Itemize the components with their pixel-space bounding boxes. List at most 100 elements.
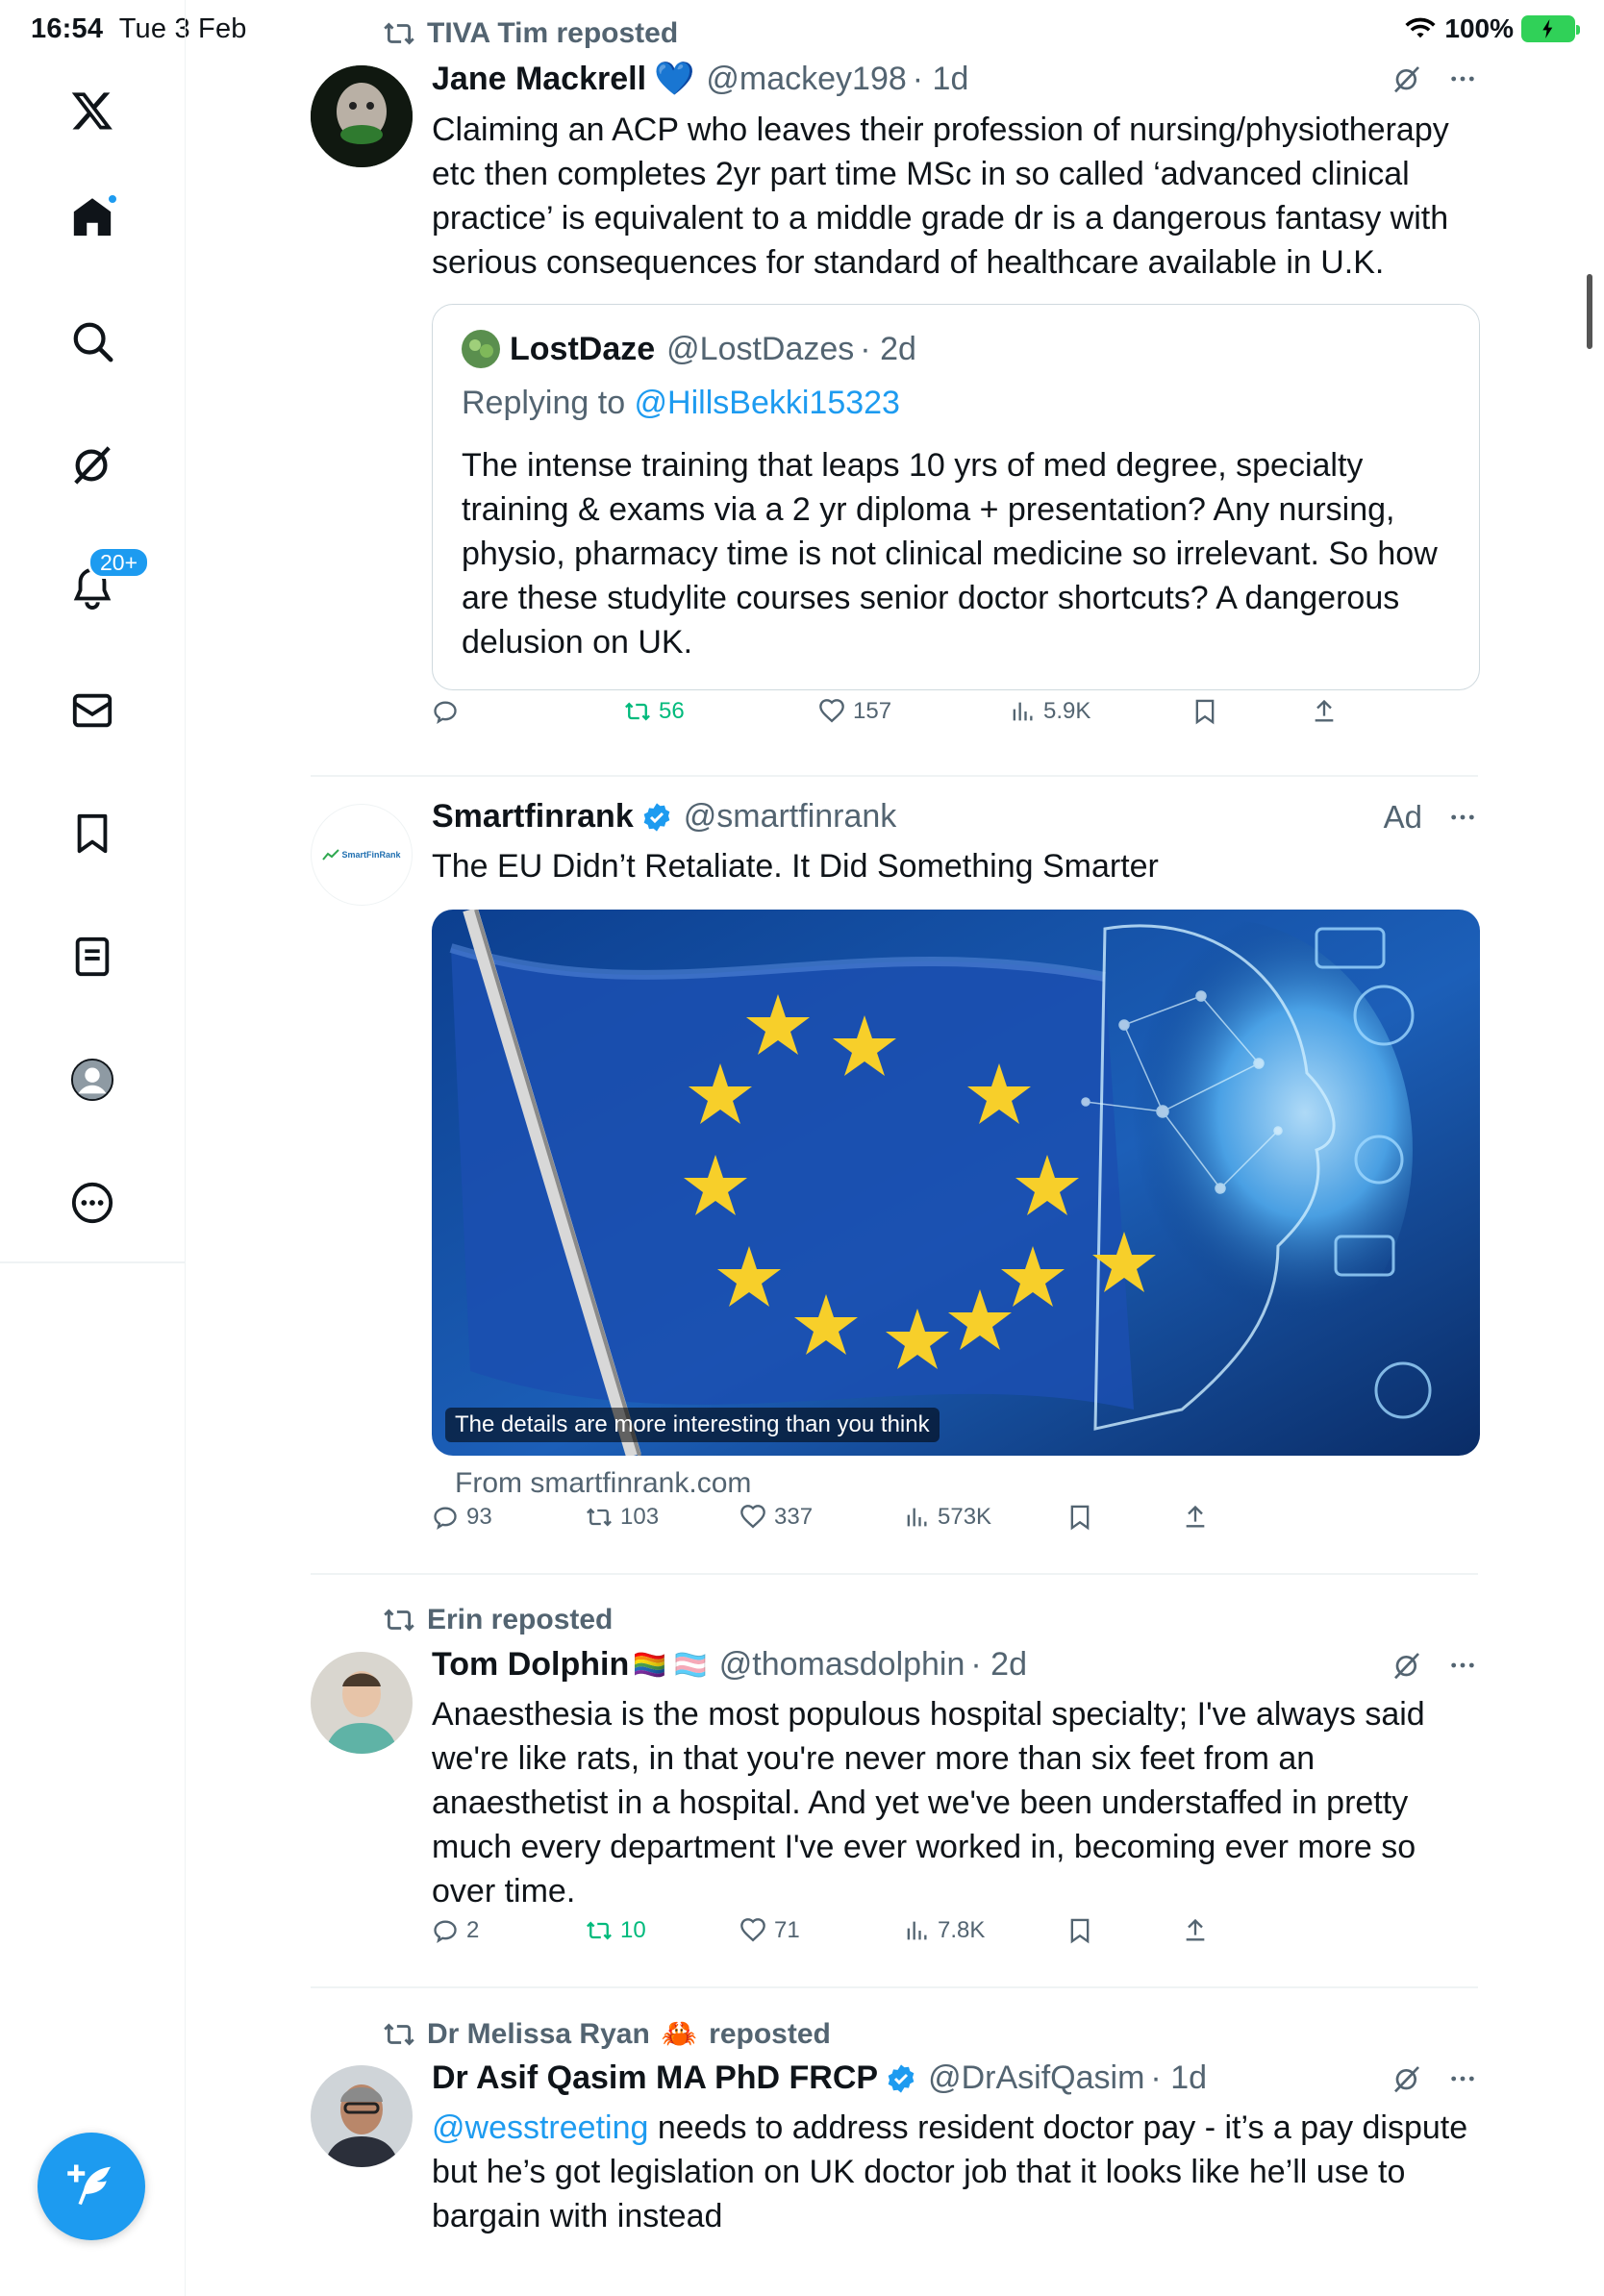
share-button[interactable] — [1182, 1504, 1209, 1531]
avatar[interactable] — [311, 2065, 413, 2167]
author-handle[interactable]: @thomasdolphin — [719, 1646, 965, 1684]
quote-replying-to: Replying to @HillsBekki15323 — [462, 385, 900, 421]
post-header-actions — [1391, 1650, 1478, 1681]
views-button[interactable]: 573K — [903, 1504, 991, 1531]
repost-button[interactable]: 10 — [586, 1917, 646, 1944]
reply-button[interactable]: 93 — [432, 1504, 492, 1531]
share-icon — [1186, 1918, 1205, 1941]
author-handle[interactable]: @DrAsifQasim — [928, 2059, 1144, 2097]
reply-icon — [434, 1920, 457, 1944]
reply-button[interactable]: 2 — [432, 1917, 479, 1944]
repost-by-label: TIVA Tim reposted — [427, 17, 679, 49]
repost-indicator[interactable]: TIVA Tim reposted — [383, 17, 678, 50]
bookmark-button[interactable] — [1066, 1917, 1093, 1944]
repost-icon — [384, 1609, 414, 1632]
author-handle[interactable]: @smartfinrank — [684, 798, 897, 836]
post-time[interactable]: · 2d — [970, 1646, 1027, 1684]
more-icon[interactable] — [1447, 63, 1478, 94]
like-count: 337 — [774, 1504, 814, 1530]
ad-source-link[interactable]: From smartfinrank.com — [455, 1467, 751, 1500]
quote-time: · 2d — [860, 330, 916, 367]
like-button[interactable]: 157 — [818, 698, 891, 725]
post-divider — [311, 775, 1478, 777]
profile-icon[interactable] — [61, 1048, 124, 1111]
share-icon — [1186, 1505, 1205, 1528]
bookmark-button[interactable] — [1066, 1504, 1093, 1531]
repost-count: 10 — [620, 1917, 646, 1943]
share-icon — [1315, 699, 1334, 722]
author-name[interactable]: Dr Asif Qasim MA PhD FRCP — [432, 2059, 878, 2097]
compose-button[interactable] — [38, 2133, 145, 2240]
grok-icon[interactable] — [61, 433, 124, 496]
views-icon — [907, 1921, 927, 1940]
wifi-icon — [1405, 17, 1436, 38]
repost-by-emoji: 🦀 — [661, 2018, 698, 2050]
reply-count: 93 — [466, 1504, 492, 1530]
heart-icon — [740, 1505, 765, 1529]
post-time[interactable]: · 1d — [913, 61, 969, 98]
author-name[interactable]: Tom Dolphin — [432, 1646, 629, 1684]
chart-logo-icon — [322, 849, 340, 861]
repost-count: 103 — [620, 1504, 660, 1530]
reply-icon — [434, 701, 457, 725]
avatar[interactable] — [311, 65, 413, 167]
bookmark-icon — [1070, 1918, 1090, 1944]
like-button[interactable]: 337 — [739, 1504, 813, 1531]
mail-icon[interactable] — [61, 679, 124, 742]
author-handle[interactable]: @mackey198 — [706, 61, 906, 98]
sidebar: 20+ — [0, 0, 186, 2296]
ad-label: Ad — [1383, 798, 1422, 835]
avatar[interactable]: SmartFinRank — [311, 804, 413, 906]
like-button[interactable]: 71 — [739, 1917, 800, 1944]
share-button[interactable] — [1182, 1917, 1209, 1944]
home-icon[interactable] — [61, 186, 124, 249]
eu-flag-ai-head-image — [432, 910, 1480, 1456]
reply-to-mention[interactable]: @HillsBekki15323 — [635, 385, 900, 421]
bell-icon[interactable]: 20+ — [61, 546, 151, 619]
quote-author-handle: @LostDazes — [666, 330, 855, 367]
grok-icon[interactable] — [1391, 1650, 1422, 1681]
repost-icon — [384, 22, 414, 45]
author-name[interactable]: Smartfinrank — [432, 798, 634, 836]
quote-author-name: LostDaze — [510, 330, 656, 367]
repost-button[interactable]: 56 — [624, 698, 685, 725]
list-icon[interactable] — [61, 925, 124, 988]
post-header-actions: Ad — [1384, 799, 1478, 836]
scrollbar[interactable] — [1587, 274, 1592, 349]
more-icon[interactable] — [1447, 1650, 1478, 1681]
post-time[interactable]: · 1d — [1150, 2059, 1207, 2097]
verified-badge-icon — [886, 2063, 916, 2094]
post-text: The EU Didn’t Retaliate. It Did Somethin… — [432, 848, 1159, 885]
reply-button[interactable] — [432, 698, 466, 725]
share-button[interactable] — [1311, 698, 1338, 725]
x-logo-icon[interactable] — [61, 79, 124, 142]
grok-icon[interactable] — [1391, 2063, 1422, 2094]
quoted-post[interactable]: LostDaze @LostDazes · 2d Replying to @Hi… — [432, 304, 1480, 690]
avatar[interactable] — [311, 1652, 413, 1754]
repost-button[interactable]: 103 — [586, 1504, 659, 1531]
notification-badge: 20+ — [88, 546, 151, 579]
search-icon[interactable] — [61, 310, 124, 373]
author-name[interactable]: Jane Mackrell — [432, 61, 646, 98]
ad-media-image[interactable]: The details are more interesting than yo… — [432, 910, 1480, 1456]
bookmark-icon[interactable] — [61, 802, 124, 865]
views-button[interactable]: 5.9K — [1009, 698, 1090, 725]
repost-by-name: Dr Melissa Ryan — [427, 2017, 650, 2050]
image-caption: The details are more interesting than yo… — [445, 1408, 940, 1442]
compose-icon — [67, 2164, 112, 2206]
repost-indicator[interactable]: Dr Melissa Ryan 🦀 reposted — [383, 2017, 831, 2051]
grok-icon[interactable] — [1391, 63, 1422, 94]
more-circle-icon[interactable] — [61, 1171, 124, 1235]
repost-by-suffix: reposted — [709, 2017, 831, 2050]
reply-icon — [434, 1507, 457, 1531]
post-header: Tom Dolphin 🏳️‍🌈 🏳️‍⚧️ @thomasdolphin · … — [432, 1646, 1478, 1684]
status-right: 100% — [1404, 13, 1580, 44]
repost-indicator[interactable]: Erin reposted — [383, 1604, 613, 1636]
post-header-actions — [1391, 2063, 1478, 2094]
bookmark-button[interactable] — [1191, 698, 1218, 725]
views-button[interactable]: 7.8K — [903, 1917, 985, 1944]
more-icon[interactable] — [1447, 2063, 1478, 2094]
more-icon[interactable] — [1447, 802, 1478, 833]
status-bar: 16:54 Tue 3 Feb 100% — [0, 0, 1604, 60]
mention-link[interactable]: @wesstreeting — [432, 2109, 648, 2146]
